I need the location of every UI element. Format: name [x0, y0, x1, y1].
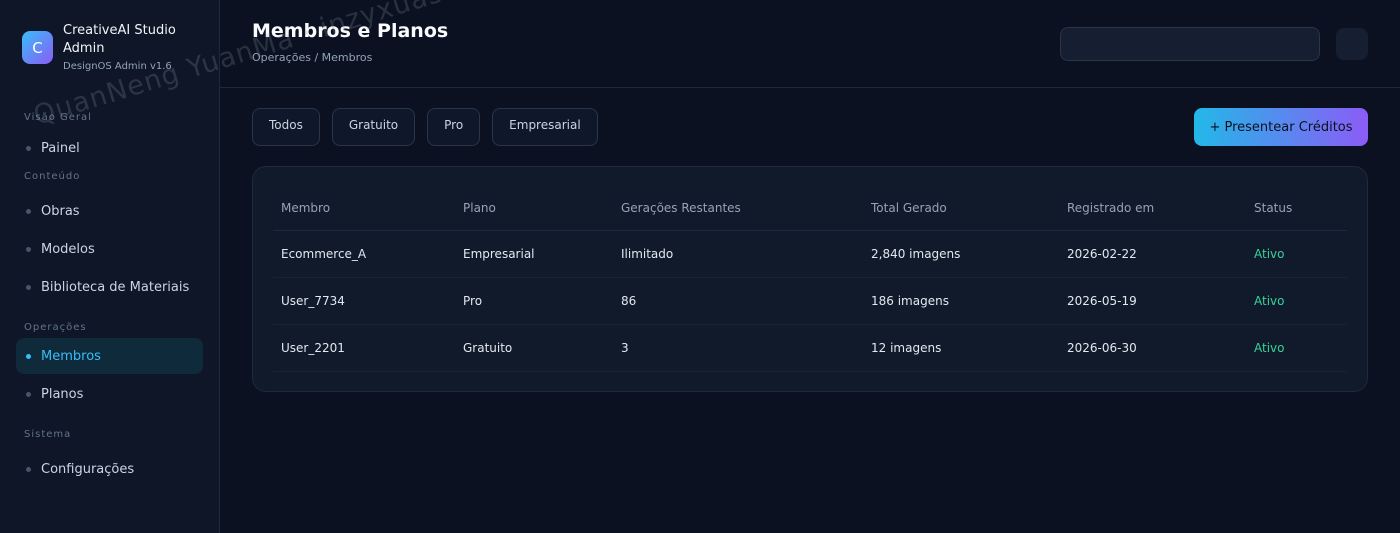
filter-todos[interactable]: Todos	[252, 108, 320, 146]
sidebar-item-configuracoes[interactable]: Configurações	[16, 451, 203, 487]
brand-subtitle: DesignOS Admin v1.6	[63, 61, 172, 72]
table-header-row: Membro Plano Gerações Restantes Total Ge…	[273, 187, 1347, 231]
cell-total: 12 imagens	[863, 324, 1059, 372]
app-root: C CreativeAI Studio Admin DesignOS Admin…	[0, 0, 1400, 533]
nav-group-overview: Visão Geral Painel	[16, 112, 203, 166]
main-content: Membros e Planos Operações / Membros Tod…	[220, 0, 1400, 533]
col-header-status[interactable]: Status	[1246, 187, 1347, 231]
table-body: Ecommerce_A Empresarial Ilimitado 2,840 …	[273, 230, 1347, 372]
sidebar-item-membros[interactable]: Membros	[16, 338, 203, 374]
sidebar-item-label: Membros	[41, 348, 101, 364]
cell-member: User_7734	[273, 277, 455, 325]
user-icon[interactable]	[1336, 28, 1368, 60]
status-badge: Ativo	[1246, 277, 1347, 325]
col-header-membro[interactable]: Membro	[273, 187, 455, 231]
table-row[interactable]: User_2201 Gratuito 3 12 imagens 2026-06-…	[273, 324, 1347, 372]
nav-section-title: Operações	[24, 322, 87, 333]
col-header-total[interactable]: Total Gerado	[863, 187, 1059, 231]
nav-section-title: Sistema	[24, 429, 72, 440]
nav-section-title: Conteúdo	[24, 171, 81, 182]
cell-plan: Pro	[455, 277, 613, 325]
cell-member: User_2201	[273, 324, 455, 372]
sidebar-item-label: Planos	[41, 386, 84, 402]
cell-plan: Gratuito	[455, 324, 613, 372]
status-badge: Ativo	[1246, 324, 1347, 372]
brand-text: CreativeAI Studio Admin DesignOS Admin v…	[63, 22, 193, 72]
col-header-geracoes[interactable]: Gerações Restantes	[613, 187, 863, 231]
table-row[interactable]: Ecommerce_A Empresarial Ilimitado 2,840 …	[273, 230, 1347, 278]
cell-total: 2,840 imagens	[863, 230, 1059, 278]
bullet-icon	[26, 391, 31, 397]
cell-registered: 2026-02-22	[1059, 230, 1246, 278]
status-badge: Ativo	[1246, 230, 1347, 278]
sidebar-item-label: Biblioteca de Materiais	[41, 279, 190, 295]
table-header: Membro Plano Gerações Restantes Total Ge…	[273, 187, 1347, 231]
nav-group-system: Sistema Configurações	[16, 429, 203, 487]
cell-registered: 2026-05-19	[1059, 277, 1246, 325]
sidebar-item-biblioteca[interactable]: Biblioteca de Materiais	[16, 269, 203, 305]
col-header-plano[interactable]: Plano	[455, 187, 613, 231]
sidebar-item-label: Painel	[41, 140, 80, 156]
members-table: Membro Plano Gerações Restantes Total Ge…	[273, 187, 1347, 372]
filter-pro[interactable]: Pro	[427, 108, 481, 146]
plan-filter-group: Todos Gratuito Pro Empresarial	[252, 108, 598, 146]
bullet-icon	[26, 353, 31, 359]
cell-remaining: Ilimitado	[613, 230, 863, 278]
table-row[interactable]: User_7734 Pro 86 186 imagens 2026-05-19 …	[273, 277, 1347, 325]
col-header-registrado[interactable]: Registrado em	[1059, 187, 1246, 231]
search-input[interactable]	[1060, 27, 1320, 61]
sidebar-item-label: Modelos	[41, 241, 95, 257]
gift-credits-button[interactable]: + Presentear Créditos	[1194, 108, 1368, 146]
members-table-card: Membro Plano Gerações Restantes Total Ge…	[252, 166, 1368, 392]
brand-name: CreativeAI Studio Admin	[63, 23, 176, 56]
sidebar-item-modelos[interactable]: Modelos	[16, 231, 203, 267]
nav-section-title: Visão Geral	[24, 112, 92, 123]
cell-total: 186 imagens	[863, 277, 1059, 325]
bullet-icon	[26, 208, 31, 214]
cell-member: Ecommerce_A	[273, 230, 455, 278]
cell-registered: 2026-06-30	[1059, 324, 1246, 372]
filter-gratuito[interactable]: Gratuito	[331, 108, 416, 146]
brand-logo: C	[22, 31, 53, 64]
page-header: Membros e Planos Operações / Membros	[220, 0, 1400, 88]
sidebar-item-painel[interactable]: Painel	[16, 130, 203, 166]
nav-group-operations: Operações Membros Planos	[16, 322, 203, 412]
cell-remaining: 86	[613, 277, 863, 325]
brand[interactable]: C CreativeAI Studio Admin DesignOS Admin…	[22, 22, 203, 72]
sidebar-item-label: Obras	[41, 203, 80, 219]
cell-remaining: 3	[613, 324, 863, 372]
bullet-icon	[26, 145, 31, 151]
sidebar: C CreativeAI Studio Admin DesignOS Admin…	[0, 0, 220, 533]
sidebar-item-label: Configurações	[41, 461, 135, 477]
filter-empresarial[interactable]: Empresarial	[492, 108, 598, 146]
bullet-icon	[26, 466, 31, 472]
bullet-icon	[26, 246, 31, 252]
sidebar-item-obras[interactable]: Obras	[16, 193, 203, 229]
sidebar-item-planos[interactable]: Planos	[16, 376, 203, 412]
nav-group-content: Conteúdo Obras Modelos Biblioteca de Mat…	[16, 171, 203, 305]
cell-plan: Empresarial	[455, 230, 613, 278]
bullet-icon	[26, 284, 31, 290]
